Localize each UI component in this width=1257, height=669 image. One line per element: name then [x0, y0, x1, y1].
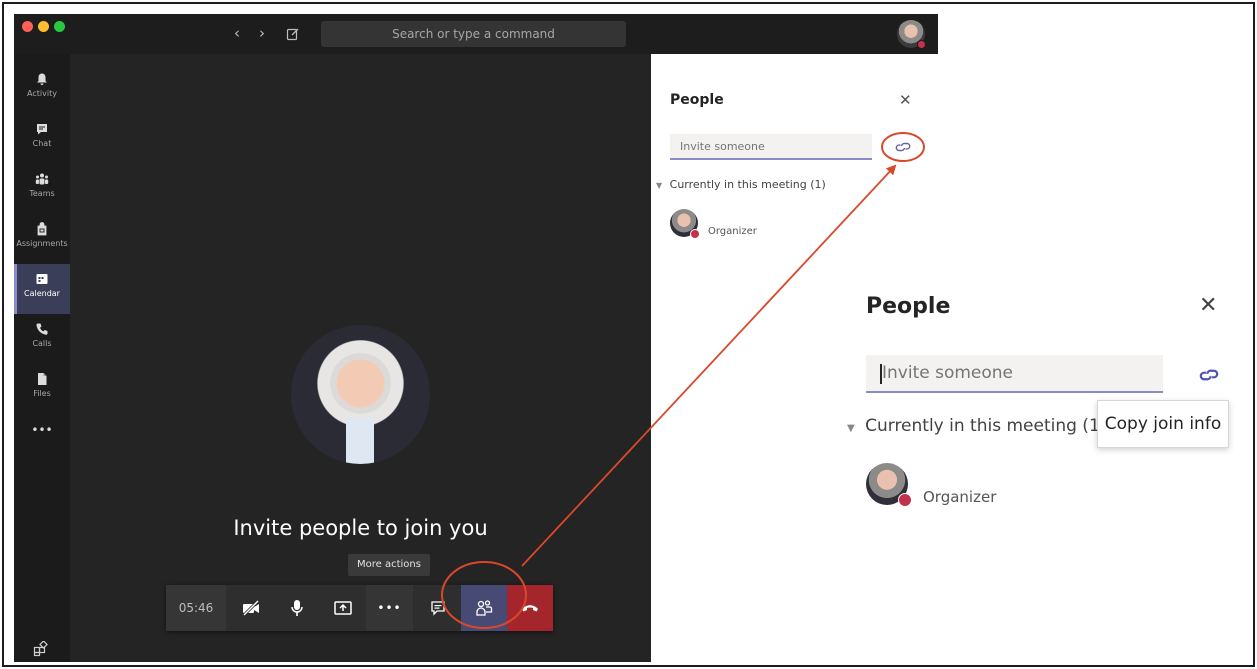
- phone-icon: [36, 323, 48, 335]
- meeting-section-header[interactable]: ▼ Currently in this meeting (1): [656, 178, 826, 191]
- rail-item-calendar[interactable]: Calendar: [14, 264, 70, 314]
- participant-avatar[interactable]: [670, 209, 700, 239]
- busy-status-icon: [917, 40, 926, 49]
- mic-toggle-button[interactable]: [274, 585, 320, 631]
- close-panel-button[interactable]: ✕: [899, 91, 912, 109]
- section-label: Currently in this meeting (1): [669, 178, 826, 191]
- rail-item-assignments[interactable]: Assignments: [14, 214, 70, 264]
- meeting-stage: Invite people to join you More actions 0…: [70, 54, 651, 662]
- rail-item-files[interactable]: Files: [14, 364, 70, 414]
- panel-title: People: [670, 92, 724, 108]
- app-rail: Activity Chat Teams Assignments Calendar…: [14, 54, 70, 662]
- store-icon[interactable]: [33, 640, 49, 661]
- call-controls-bar: 05:46 •••: [166, 585, 553, 631]
- zoomed-meeting-section-header[interactable]: ▼ Currently in this meeting (1): [847, 416, 1106, 436]
- busy-status-icon: [690, 229, 700, 239]
- minimize-window-button[interactable]: [38, 21, 49, 32]
- participant-photo: [291, 325, 430, 464]
- conversation-icon: [431, 601, 445, 616]
- rail-item-activity[interactable]: Activity: [14, 64, 70, 114]
- more-apps-button[interactable]: •••: [14, 419, 70, 469]
- rail-label: Activity: [27, 89, 57, 98]
- camera-off-icon: [242, 599, 260, 617]
- user-avatar[interactable]: [897, 20, 926, 49]
- people-icon: [476, 600, 493, 616]
- copy-join-info-tooltip: Copy join info: [1097, 400, 1229, 448]
- participant-role: Organizer: [708, 226, 757, 237]
- rail-item-teams[interactable]: Teams: [14, 164, 70, 214]
- chat-icon: [37, 124, 47, 135]
- calendar-icon: [36, 274, 48, 284]
- maximize-window-button[interactable]: [54, 21, 65, 32]
- zoomed-participant-role: Organizer: [923, 488, 997, 506]
- invite-someone-input[interactable]: [670, 134, 872, 160]
- zoomed-participant-avatar[interactable]: [866, 463, 912, 507]
- call-timer: 05:46: [166, 585, 226, 631]
- rail-label: Calls: [32, 339, 52, 348]
- compose-icon[interactable]: [286, 26, 300, 45]
- text-caret: [880, 364, 882, 384]
- hang-up-button[interactable]: [507, 585, 553, 631]
- more-actions-button[interactable]: •••: [366, 585, 413, 631]
- rail-label: Teams: [29, 189, 55, 198]
- rail-label: Assignments: [16, 239, 68, 248]
- rail-label: Files: [33, 389, 51, 398]
- zoomed-copy-link-icon[interactable]: [1198, 364, 1220, 386]
- section-label: Currently in this meeting (1): [865, 416, 1107, 436]
- close-window-button[interactable]: [22, 21, 33, 32]
- invite-message: Invite people to join you: [233, 516, 488, 540]
- rail-item-chat[interactable]: Chat: [14, 114, 70, 164]
- show-conversation-button[interactable]: [415, 585, 461, 631]
- back-arrow-icon[interactable]: ‹: [234, 24, 240, 42]
- share-screen-button[interactable]: [320, 585, 366, 631]
- rail-label: Calendar: [24, 289, 60, 298]
- show-participants-button[interactable]: [461, 585, 507, 631]
- chevron-down-icon: ▼: [656, 181, 663, 190]
- more-actions-tooltip: More actions: [348, 554, 430, 576]
- rail-label: Chat: [32, 139, 52, 148]
- search-input[interactable]: Search or type a command: [321, 21, 626, 47]
- microphone-icon: [291, 600, 303, 616]
- camera-toggle-button[interactable]: [228, 585, 274, 631]
- zoomed-panel-title: People: [866, 294, 951, 319]
- forward-arrow-icon[interactable]: ›: [259, 24, 265, 42]
- share-tray-icon: [334, 601, 352, 615]
- assignments-icon: [37, 222, 47, 236]
- busy-status-icon: [898, 493, 912, 507]
- teams-icon: [35, 173, 49, 185]
- hang-up-icon: [522, 605, 538, 612]
- bell-icon: [37, 73, 47, 85]
- chevron-down-icon: ▼: [847, 423, 855, 434]
- zoomed-invite-input[interactable]: [866, 355, 1163, 393]
- file-icon: [38, 373, 47, 385]
- rail-item-calls[interactable]: Calls: [14, 314, 70, 364]
- copy-link-icon[interactable]: [894, 138, 912, 156]
- title-bar: ‹ › Search or type a command: [14, 14, 938, 54]
- zoomed-close-button[interactable]: ✕: [1199, 293, 1217, 318]
